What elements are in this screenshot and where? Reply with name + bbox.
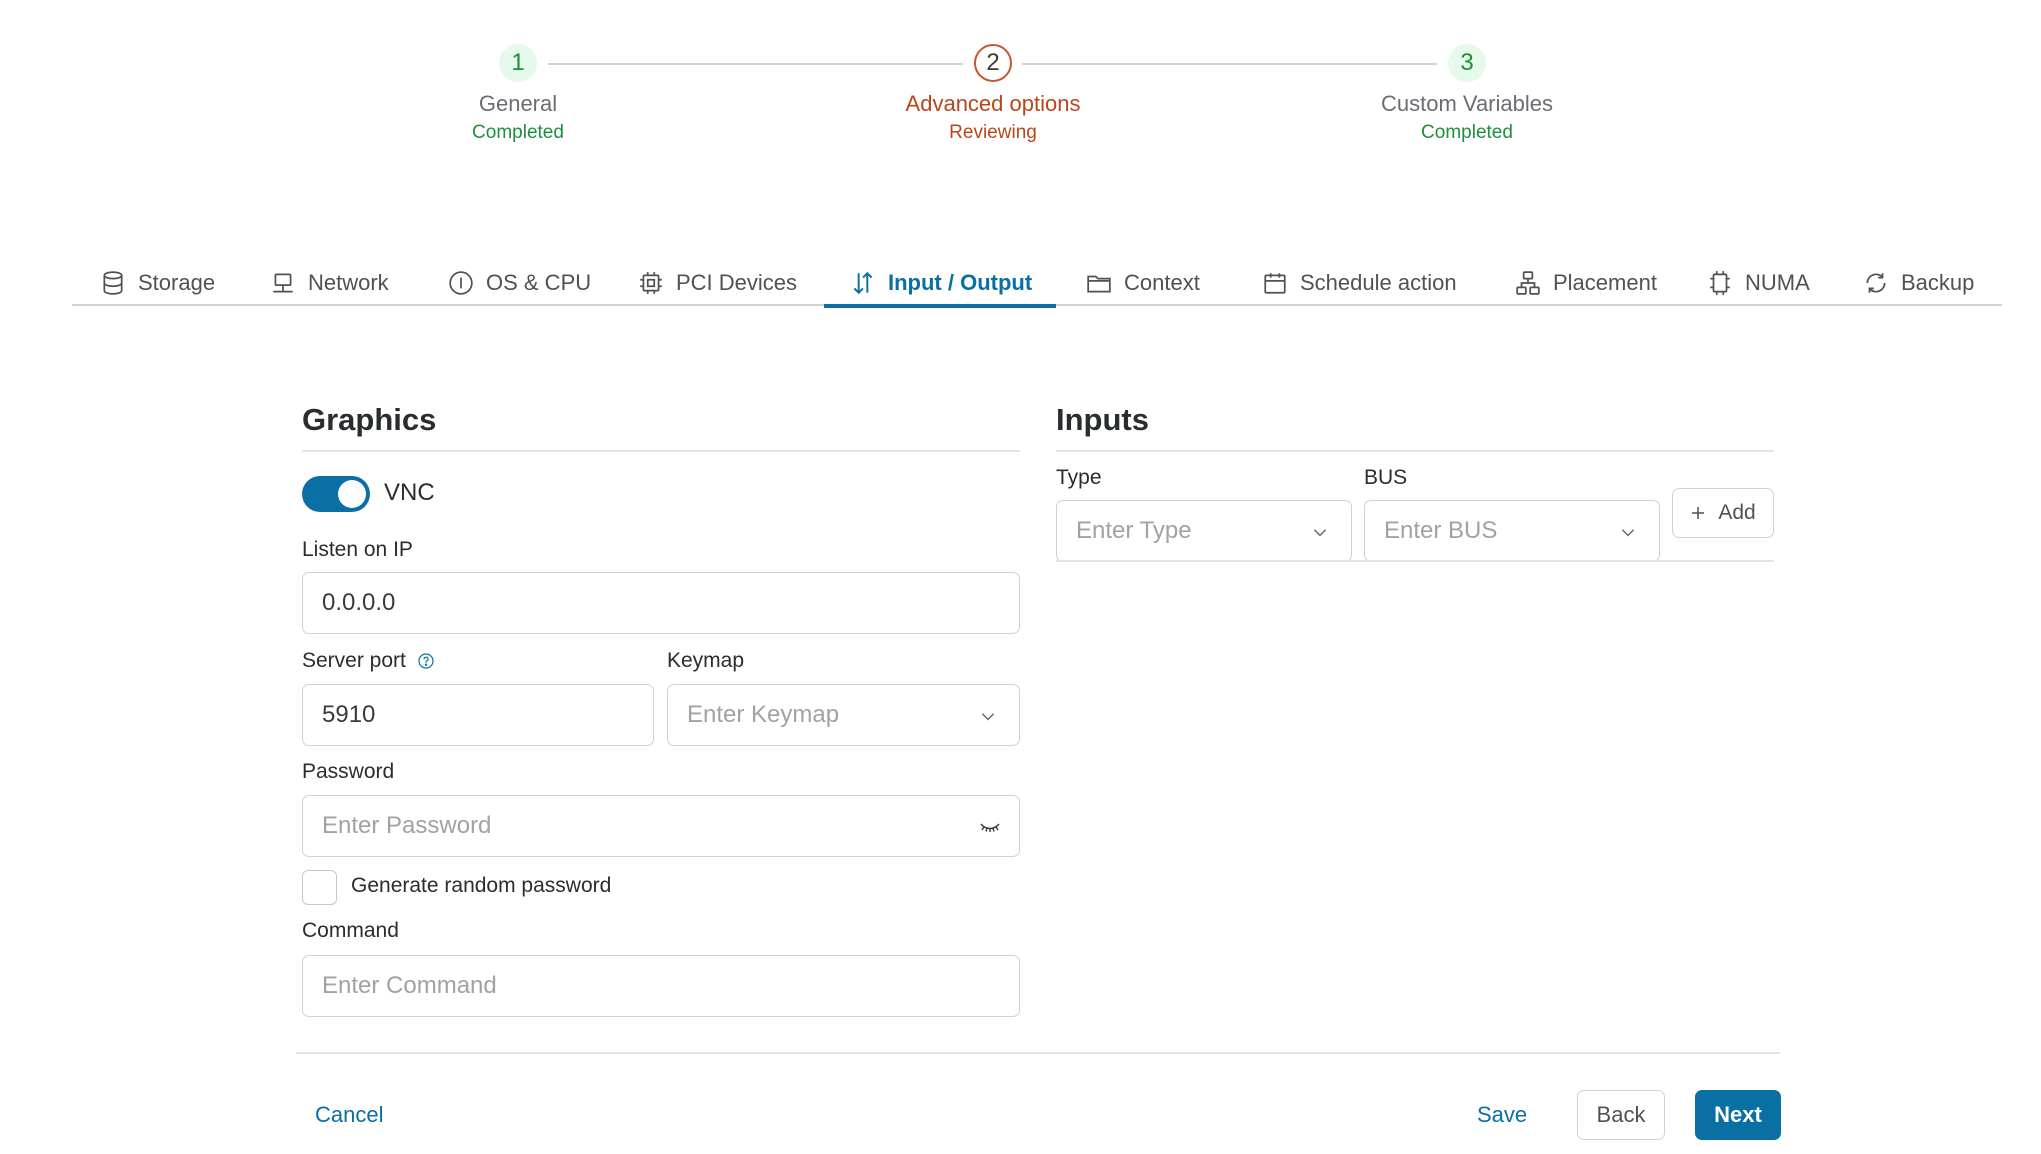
password-input[interactable]: Enter Password [302, 795, 1020, 857]
inputs-title: Inputs [1056, 402, 1149, 437]
next-button[interactable]: Next [1695, 1090, 1781, 1140]
folder-icon [1087, 275, 1111, 293]
tab-label: PCI Devices [676, 270, 798, 295]
refresh-icon [1866, 273, 1886, 293]
vnc-toggle[interactable] [302, 476, 370, 512]
tab-input-output[interactable]: Input / Output [823, 262, 1057, 308]
inputs-row-divider [1056, 560, 1774, 562]
step-number: 3 [1448, 44, 1486, 82]
generate-password-checkbox[interactable] [302, 870, 337, 905]
tab-label: Placement [1553, 270, 1657, 295]
help-icon[interactable] [418, 653, 434, 670]
tab-backup[interactable]: Backup [1863, 262, 1974, 304]
tab-label: NUMA [1745, 270, 1810, 295]
step-number: 2 [974, 44, 1012, 82]
network-icon [273, 273, 293, 293]
back-button[interactable]: Back [1577, 1090, 1665, 1140]
graphics-title: Graphics [302, 402, 437, 437]
step-number: 1 [499, 44, 537, 82]
calendar-icon [1264, 273, 1286, 294]
tab-label: OS & CPU [486, 270, 592, 295]
password-label: Password [302, 760, 395, 783]
server-port-value: 5910 [322, 701, 376, 728]
tab-pci-devices[interactable]: PCI Devices [638, 262, 797, 304]
generate-password-label: Generate random password [351, 874, 612, 897]
command-label: Command [302, 919, 399, 942]
chevron-down-icon [1621, 529, 1635, 537]
tab-schedule-action[interactable]: Schedule action [1262, 262, 1457, 304]
command-placeholder: Enter Command [322, 972, 497, 999]
back-label: Back [1596, 1102, 1646, 1127]
step-general[interactable]: 1 General Completed [368, 44, 668, 144]
type-label: Type [1056, 466, 1102, 489]
advanced-options-tabs: Storage Network OS & CPU PCI Devices Inp… [72, 262, 2002, 308]
step-status: Reviewing [949, 122, 1037, 143]
step-title: General [478, 91, 558, 116]
type-placeholder: Enter Type [1076, 517, 1192, 544]
password-placeholder: Enter Password [322, 812, 492, 839]
tab-label: Schedule action [1300, 270, 1457, 295]
tab-network[interactable]: Network [270, 262, 389, 304]
server-port-input[interactable]: 5910 [302, 684, 654, 746]
step-title: Custom Variables [1381, 91, 1553, 116]
tab-label: Backup [1901, 270, 1975, 295]
add-label: Add [1718, 501, 1756, 524]
tab-os-cpu[interactable]: OS & CPU [448, 262, 591, 304]
inputs-divider [1056, 450, 1774, 452]
step-status: Completed [1421, 122, 1513, 143]
graphics-divider [302, 450, 1020, 452]
tab-storage[interactable]: Storage [100, 262, 215, 304]
tab-label: Context [1124, 270, 1200, 295]
vm-advanced-options-page: 1 General Completed 2 Advanced options R… [0, 0, 2041, 1154]
cpu-icon [1710, 271, 1730, 295]
bus-select[interactable]: Enter BUS [1364, 500, 1660, 562]
add-input-button[interactable]: Add [1672, 488, 1774, 538]
tab-label: Storage [138, 270, 216, 295]
listen-ip-input[interactable]: 0.0.0.0 [302, 572, 1020, 634]
tab-numa[interactable]: NUMA [1707, 262, 1810, 304]
server-port-label-wrap: Server port [302, 649, 434, 673]
plus-icon [1692, 507, 1705, 519]
toggle-knob [338, 480, 366, 508]
step-custom-variables[interactable]: 3 Custom Variables Completed [1317, 44, 1617, 144]
tab-label: Network [308, 270, 389, 295]
vnc-label: VNC [384, 479, 435, 506]
command-input[interactable]: Enter Command [302, 955, 1020, 1017]
next-label: Next [1714, 1102, 1762, 1127]
type-select[interactable]: Enter Type [1056, 500, 1352, 562]
eye-closed-icon[interactable] [979, 818, 1001, 836]
server-port-label: Server port [302, 649, 406, 672]
database-icon [103, 271, 123, 295]
keymap-label: Keymap [667, 649, 745, 672]
bus-placeholder: Enter BUS [1384, 517, 1498, 544]
chevron-down-icon [981, 713, 995, 721]
tab-context[interactable]: Context [1086, 262, 1200, 304]
cancel-button[interactable]: Cancel [315, 1102, 383, 1128]
bus-label: BUS [1364, 466, 1408, 489]
arrows-up-down-icon [853, 271, 873, 295]
keymap-placeholder: Enter Keymap [687, 701, 840, 728]
wizard-stepper: 1 General Completed 2 Advanced options R… [0, 44, 2041, 154]
save-button[interactable]: Save [1477, 1102, 1527, 1128]
tab-placement[interactable]: Placement [1515, 262, 1657, 304]
step-status: Completed [472, 122, 564, 143]
footer-divider [296, 1052, 1780, 1054]
info-icon [449, 271, 473, 295]
step-title: Advanced options [905, 91, 1081, 116]
keymap-select[interactable]: Enter Keymap [667, 684, 1020, 746]
listen-ip-label: Listen on IP [302, 538, 413, 561]
hierarchy-icon [1516, 271, 1540, 295]
step-advanced-options[interactable]: 2 Advanced options Reviewing [843, 44, 1143, 144]
listen-ip-value: 0.0.0.0 [322, 589, 396, 616]
chip-icon [640, 272, 662, 294]
chevron-down-icon [1313, 529, 1327, 537]
tab-label: Input / Output [888, 270, 1033, 295]
